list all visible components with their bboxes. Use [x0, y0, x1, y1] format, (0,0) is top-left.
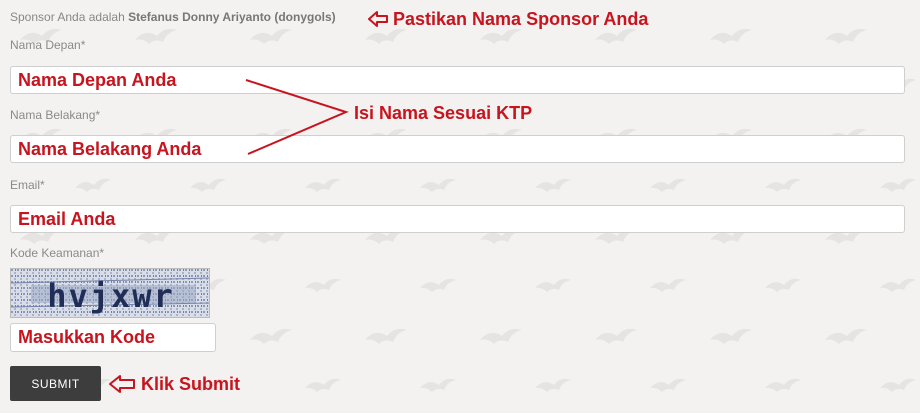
security-code-input[interactable] — [10, 323, 216, 352]
sponsor-info: Sponsor Anda adalah Stefanus Donny Ariya… — [10, 10, 336, 24]
sponsor-prefix: Sponsor Anda adalah — [10, 10, 125, 24]
submit-annotation: Klik Submit — [141, 374, 241, 394]
email-input[interactable] — [10, 205, 905, 233]
name-annotation: Isi Nama Sesuai KTP — [354, 103, 533, 123]
left-arrow-icon — [368, 11, 388, 27]
first-name-label: Nama Depan* — [10, 38, 86, 52]
last-name-input[interactable] — [10, 135, 905, 163]
captcha-image: hvjxwr — [10, 268, 210, 318]
last-name-label: Nama Belakang* — [10, 108, 101, 122]
first-name-input[interactable] — [10, 66, 905, 94]
security-code-label: Kode Keamanan* — [10, 246, 105, 260]
email-label: Email* — [10, 178, 45, 192]
sponsor-annotation: Pastikan Nama Sponsor Anda — [393, 9, 649, 29]
sponsor-name: Stefanus Donny Ariyanto (donygols) — [128, 10, 336, 24]
left-arrow-icon — [109, 375, 135, 393]
registration-form: Sponsor Anda adalah Stefanus Donny Ariya… — [0, 0, 920, 413]
annotation-bracket-lines — [245, 79, 349, 155]
captcha-text: hvjxwr — [47, 277, 175, 315]
submit-button[interactable]: SUBMIT — [10, 366, 101, 401]
